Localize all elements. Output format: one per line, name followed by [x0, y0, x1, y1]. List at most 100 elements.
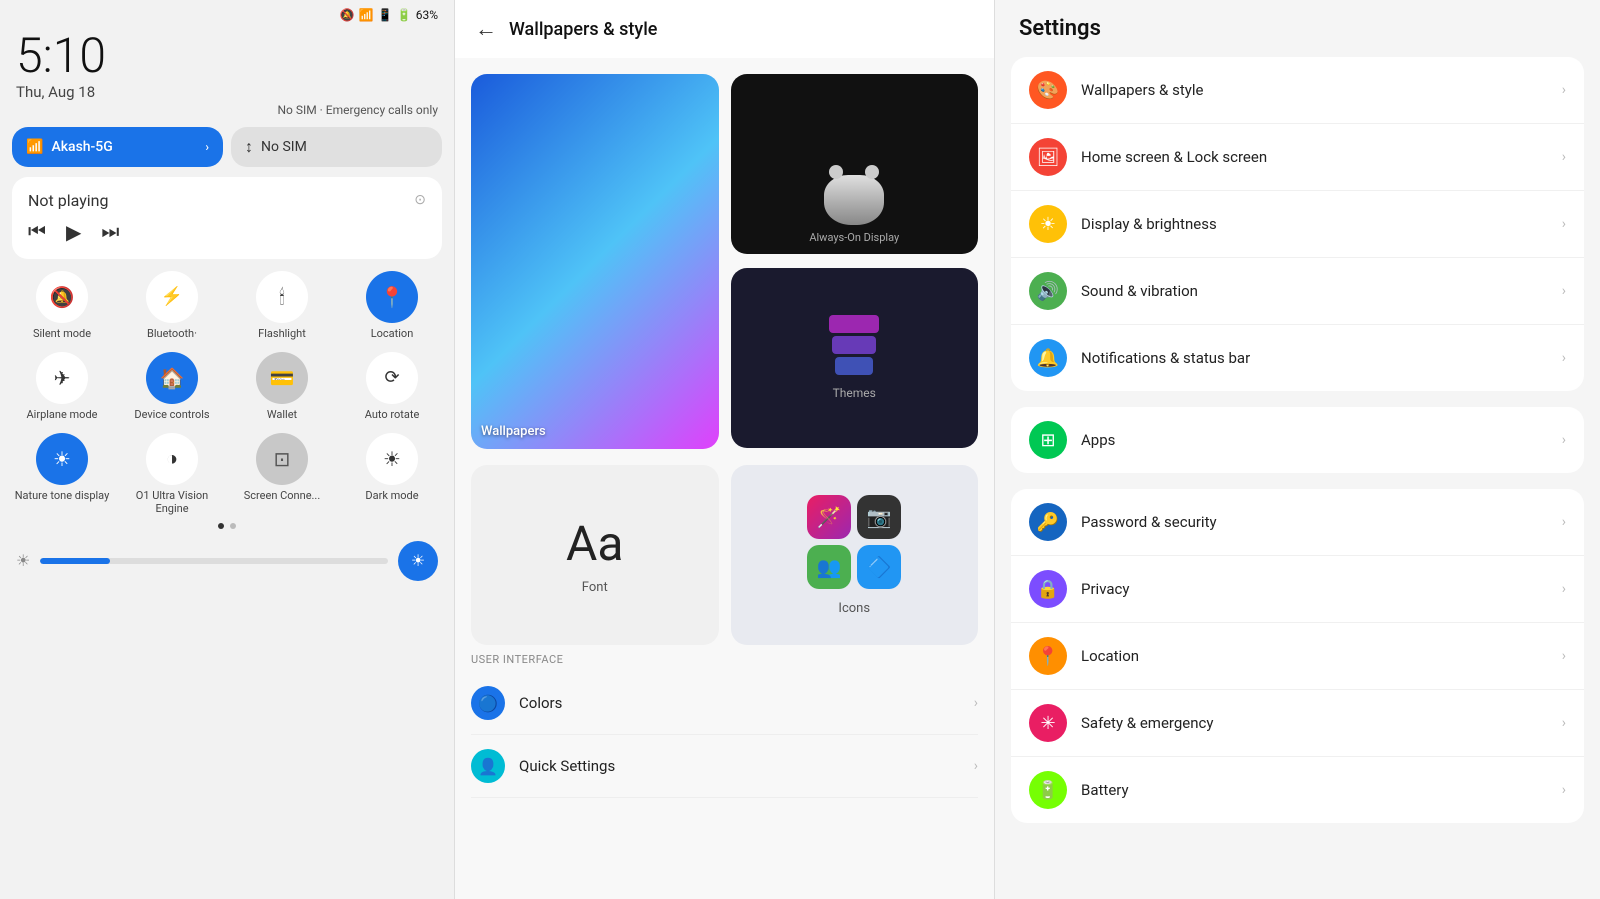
wifi-icon: 📶 — [359, 8, 374, 22]
settings-location[interactable]: 📍 Location › — [1011, 623, 1584, 690]
dot-2 — [230, 523, 236, 529]
wallpapers-style-label: Wallpapers & style — [1081, 81, 1548, 99]
flashlight-icon: 🕯 — [256, 271, 308, 323]
tile-flashlight[interactable]: 🕯 Flashlight — [232, 271, 332, 340]
silent-label: Silent mode — [33, 327, 91, 340]
brightness-settings-button[interactable]: ☀ — [398, 541, 438, 581]
flashlight-label: Flashlight — [258, 327, 306, 340]
clock-time: 5:10 — [16, 30, 438, 83]
sound-vibration-label: Sound & vibration — [1081, 282, 1548, 300]
wallpapers-thumb[interactable]: Wallpapers — [471, 74, 719, 449]
brightness-fill — [40, 558, 110, 564]
wallet-icon: 💳 — [256, 352, 308, 404]
brightness-slider[interactable] — [40, 558, 388, 564]
bluetooth-icon: ⚡ — [146, 271, 198, 323]
settings-apps[interactable]: ⊞ Apps › — [1011, 407, 1584, 473]
network-row: 📶 Akash-5G › ↕ No SIM — [0, 123, 454, 171]
display-brightness-label: Display & brightness — [1081, 215, 1548, 233]
airplane-icon: ✈ — [36, 352, 88, 404]
tile-nature[interactable]: ☀ Nature tone display — [12, 433, 112, 515]
quick-settings-label: Quick Settings — [519, 757, 960, 775]
apps-arrow: › — [1562, 432, 1566, 448]
safety-emergency-icon: ✳ — [1029, 704, 1067, 742]
wallpapers-style-arrow: › — [1562, 82, 1566, 98]
tile-device[interactable]: 🏠 Device controls — [122, 352, 222, 421]
quick-tiles-row2: ✈ Airplane mode 🏠 Device controls 💳 Wall… — [0, 346, 454, 427]
wallpapers-label: Wallpapers — [481, 424, 546, 439]
wifi-button[interactable]: 📶 Akash-5G › — [12, 127, 223, 167]
device-label: Device controls — [134, 408, 209, 421]
password-security-label: Password & security — [1081, 513, 1548, 531]
aod-thumb[interactable]: Always-On Display — [731, 74, 979, 254]
sim-info: No SIM · Emergency calls only — [0, 101, 454, 123]
settings-title: Settings — [1019, 16, 1576, 41]
themes-thumb[interactable]: Themes — [731, 268, 979, 448]
home-lock-arrow: › — [1562, 149, 1566, 165]
media-play-button[interactable]: ▶ — [66, 220, 81, 245]
settings-safety-emergency[interactable]: ✳ Safety & emergency › — [1011, 690, 1584, 757]
page-dots — [0, 523, 454, 529]
time-display: 5:10 Thu, Aug 18 — [0, 26, 454, 101]
colors-item[interactable]: 🔵 Colors › — [471, 672, 978, 735]
notifications-status-label: Notifications & status bar — [1081, 349, 1548, 367]
tile-screenconn[interactable]: ⊡ Screen Conne... — [232, 433, 332, 515]
font-label: Font — [582, 580, 608, 595]
tile-autorotate[interactable]: ⟳ Auto rotate — [342, 352, 442, 421]
theme-layer-1 — [829, 315, 879, 333]
icons-thumb[interactable]: 🪄 📷 👥 🔷 Icons — [731, 465, 979, 645]
icon-app-1: 🪄 — [807, 495, 851, 539]
media-next-button[interactable]: ⏭ — [101, 221, 119, 244]
bear-ear-right — [865, 165, 879, 179]
settings-privacy[interactable]: 🔒 Privacy › — [1011, 556, 1584, 623]
privacy-icon: 🔒 — [1029, 570, 1067, 608]
bluetooth-label: Bluetooth· — [147, 327, 197, 340]
tile-airplane[interactable]: ✈ Airplane mode — [12, 352, 112, 421]
tile-location[interactable]: 📍 Location — [342, 271, 442, 340]
clock-date: Thu, Aug 18 — [16, 83, 438, 101]
colors-icon: 🔵 — [471, 686, 505, 720]
location-icon: 📍 — [1029, 637, 1067, 675]
status-icons: 🔕 📶 📱 🔋 63% — [340, 8, 438, 22]
sim-button[interactable]: ↕ No SIM — [231, 127, 442, 167]
privacy-label: Privacy — [1081, 580, 1548, 598]
settings-wallpapers-style[interactable]: 🎨 Wallpapers & style › — [1011, 57, 1584, 124]
darkmode-label: Dark mode — [365, 489, 418, 502]
quick-settings-icon: 👤 — [471, 749, 505, 783]
aod-bear-shape — [824, 175, 884, 225]
tile-darkmode[interactable]: ☀ Dark mode — [342, 433, 442, 515]
wallpaper-grid: Wallpapers Always-On Display Themes — [455, 58, 994, 465]
battery-icon: 🔋 — [397, 8, 412, 22]
icon-app-4: 🔷 — [857, 545, 901, 589]
user-interface-section: USER INTERFACE 🔵 Colors › 👤 Quick Settin… — [455, 645, 994, 798]
nature-icon: ☀ — [36, 433, 88, 485]
back-button[interactable]: ← — [475, 16, 497, 42]
quick-tiles-row1: 🔕 Silent mode ⚡ Bluetooth· 🕯 Flashlight … — [0, 265, 454, 346]
status-bar: 🔕 📶 📱 🔋 63% — [0, 0, 454, 26]
font-thumb[interactable]: Aa Font — [471, 465, 719, 645]
sim-icon: 📱 — [378, 8, 393, 22]
settings-panel: Settings 🎨 Wallpapers & style › 🖼 Home s… — [995, 0, 1600, 899]
settings-sound-vibration[interactable]: 🔊 Sound & vibration › — [1011, 258, 1584, 325]
theme-layers — [829, 315, 879, 375]
o1ultra-icon: ◑ — [146, 433, 198, 485]
password-security-arrow: › — [1562, 514, 1566, 530]
notifications-status-arrow: › — [1562, 350, 1566, 366]
tile-silent[interactable]: 🔕 Silent mode — [12, 271, 112, 340]
quick-settings-item[interactable]: 👤 Quick Settings › — [471, 735, 978, 798]
settings-group-2: ⊞ Apps › — [1011, 407, 1584, 473]
tile-wallet[interactable]: 💳 Wallet — [232, 352, 332, 421]
settings-group-1: 🎨 Wallpapers & style › 🖼 Home screen & L… — [1011, 57, 1584, 391]
darkmode-icon: ☀ — [366, 433, 418, 485]
settings-password-security[interactable]: 🔑 Password & security › — [1011, 489, 1584, 556]
dot-1 — [218, 523, 224, 529]
media-prev-button[interactable]: ⏮ — [28, 221, 46, 244]
settings-notifications-status[interactable]: 🔔 Notifications & status bar › — [1011, 325, 1584, 391]
quick-settings-arrow: › — [974, 758, 978, 774]
tile-bluetooth[interactable]: ⚡ Bluetooth· — [122, 271, 222, 340]
settings-home-lock[interactable]: 🖼 Home screen & Lock screen › — [1011, 124, 1584, 191]
settings-battery[interactable]: 🔋 Battery › — [1011, 757, 1584, 823]
aod-label: Always-On Display — [809, 231, 899, 244]
themes-label: Themes — [833, 386, 876, 400]
settings-display-brightness[interactable]: ☀ Display & brightness › — [1011, 191, 1584, 258]
tile-o1ultra[interactable]: ◑ O1 Ultra Vision Engine — [122, 433, 222, 515]
